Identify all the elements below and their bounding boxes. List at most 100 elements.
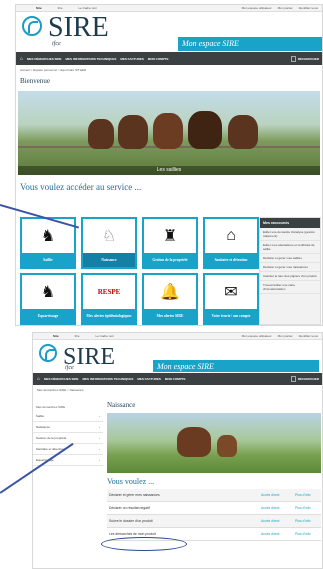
shortcut-item[interactable]: Trouver/éditer une carte d'immatriculati… [260,281,320,294]
brand-title: SIRE [48,12,109,43]
tile-gestion-propriete[interactable]: ♜ Gestion de la propriété [142,217,198,269]
owner-horse-icon: ♜ [162,228,178,245]
tile-naissance[interactable]: ♘ Naissance [81,217,137,269]
sidebar-header: Mes démarches SIRE [36,405,66,409]
shortcut-item[interactable]: Editer une demande d'analyse (gestion tr… [260,228,320,241]
tile-alertes-sire[interactable]: 🔔 Mes alertes SIRE [142,273,198,325]
search-input[interactable] [290,55,296,62]
naissance-main: Naissance Vous voulez ... Déclarer et gé… [107,401,321,541]
top-bar: Sire Ifce Le Cadre noir Mon espace utili… [16,5,322,12]
more-info-link[interactable]: Plus d'info [295,532,321,536]
tile-label: Sanitaire et détention [205,253,257,267]
search-button[interactable]: RECHERCHER [298,377,319,381]
mare-foal-icon: ♘ [101,228,117,245]
direct-access-link[interactable]: Accès direct [261,506,295,510]
topbar-link-cadre-noir[interactable]: Le Cadre noir [79,6,97,10]
home-icon[interactable]: ⌂ [37,376,40,382]
direct-access-link[interactable]: Accès direct [261,519,295,523]
login-link[interactable]: Identifiez-vous [299,334,318,338]
pegasus-icon: ♞ [40,284,56,301]
cart-link[interactable]: Mon panier [278,6,293,10]
bell-icon: 🔔 [160,284,180,301]
more-info-link[interactable]: Plus d'info [295,493,321,497]
site-header: SIRE ifce Mon espace SIRE [16,12,322,52]
tile-label: Saillie [22,253,74,267]
topbar-link-sire[interactable]: Sire [36,6,42,10]
tile-ecurie-compte[interactable]: ✉ Votre écurie / son compte [203,273,259,325]
tile-label: Mes alertes épidémiologiques [83,309,135,323]
topbar-link-sire[interactable]: Sire [53,334,59,338]
mare-foal-banner-image [107,413,321,473]
more-info-link[interactable]: Plus d'info [295,506,321,510]
banner-caption: Les saillies [18,166,320,175]
sidebar-item-gestion[interactable]: Gestion de la propriété › [33,433,103,444]
breadcrumb: Mes démarches SIRE > Naissance [37,388,84,392]
tile-alertes-epidemio[interactable]: RESPE Mes alertes épidémiologiques [81,273,137,325]
nav-compte[interactable]: MON COMPTE [148,57,169,61]
topbar-link-ifce[interactable]: Ifce [75,334,80,338]
sidebar-item-saillie[interactable]: Saillie › [33,411,103,422]
top-bar: Sire Ifce Le Cadre noir Mon espace utili… [33,333,322,340]
user-mail-icon: ✉ [224,284,238,301]
login-link[interactable]: Identifiez-vous [299,6,318,10]
shortcuts-panel: Mes raccourcis Editer une demande d'anal… [259,217,321,325]
tile-sanitaire[interactable]: ⌂ Sanitaire et détention [203,217,259,269]
tile-label: Naissance [83,253,135,267]
shortcut-item[interactable]: Calculer le taux des papiers d'un produi… [260,272,320,281]
tile-label: Votre écurie / son compte [205,309,257,323]
tile-equarrissage[interactable]: ♞ Equarrissage [20,273,76,325]
direct-access-link[interactable]: Accès direct [261,493,295,497]
horse-head-logo-icon[interactable] [39,344,57,362]
user-space-link[interactable]: Mon espace utilisateur [242,334,272,338]
topbar-link-ifce[interactable]: Ifce [58,6,63,10]
chevron-right-icon: › [99,447,100,451]
tile-label: Mes alertes SIRE [144,309,196,323]
nav-infos-techniques[interactable]: MES INFORMATIONS TECHNIQUES [66,57,117,61]
search-button[interactable]: RECHERCHER [298,57,319,61]
espace-banner: Mon espace SIRE [178,37,322,51]
more-info-link[interactable]: Plus d'info [295,519,321,523]
horse-shape [88,119,114,149]
cart-link[interactable]: Mon panier [278,334,293,338]
main-nav: ⌂ MES DÉMARCHES SIRE MES INFORMATIONS TE… [16,52,322,65]
breadcrumb: Accueil > Espace personnel > Equi Faire … [20,68,87,72]
home-icon[interactable]: ⌂ [20,56,23,62]
action-label[interactable]: Déclarer et gérer mes naissances [109,493,261,497]
shortcuts-title: Mes raccourcis [260,218,320,228]
sidebar-item-label: Naissance [36,425,51,429]
shortcut-item[interactable]: Déclarer et gérer mes saillies [260,254,320,263]
action-row: Déclarer et gérer mes naissances Accès d… [107,489,321,502]
respe-logo-icon: RESPE [97,288,121,296]
horse-shape [228,115,258,149]
highlight-ellipse [101,537,187,551]
action-label[interactable]: Déclarer un résultat négatif [109,506,261,510]
sidebar-item-equarrissage[interactable]: Equarrissage› [33,455,103,466]
nav-demarches[interactable]: MES DÉMARCHES SIRE [27,57,62,61]
services-title: Vous voulez accéder au service ... [20,182,142,192]
shortcut-item[interactable]: Déclarer et gérer mes naissances [260,263,320,272]
shortcut-item[interactable]: Editer mes attestations et certificats d… [260,241,320,254]
chevron-right-icon: › [99,458,100,462]
nav-infos-techniques[interactable]: MES INFORMATIONS TECHNIQUES [83,377,134,381]
search-input[interactable] [290,376,296,382]
horse-head-logo-icon[interactable] [22,16,42,36]
nav-factures[interactable]: MES FACTURES [137,377,161,381]
direct-access-link[interactable]: Accès direct [261,532,295,536]
page-title: Naissance [107,401,136,409]
chevron-right-icon: › [99,414,100,418]
sidebar-item-naissance[interactable]: Naissance › [33,422,103,433]
nav-demarches[interactable]: MES DÉMARCHES SIRE [44,377,79,381]
action-label[interactable]: Les démarches de mon produit [109,532,261,536]
topbar-link-cadre-noir[interactable]: Le Cadre noir [96,334,114,338]
main-nav: ⌂ MES DÉMARCHES SIRE MES INFORMATIONS TE… [33,373,322,385]
sire-naissance-screenshot: Sire Ifce Le Cadre noir Mon espace utili… [32,332,323,569]
actions-list: Déclarer et gérer mes naissances Accès d… [107,489,321,541]
horse-shape [153,113,183,149]
nav-compte[interactable]: MON COMPTE [165,377,186,381]
ifce-label: ifce [52,41,61,47]
sidebar-item-label: Saillie [36,414,45,418]
nav-factures[interactable]: MES FACTURES [120,57,144,61]
demarches-sidebar: Mes démarches SIRE Saillie › Naissance › G… [33,403,103,466]
action-label[interactable]: Suivre le dossier d'un produit [109,519,261,523]
user-space-link[interactable]: Mon espace utilisateur [242,6,272,10]
